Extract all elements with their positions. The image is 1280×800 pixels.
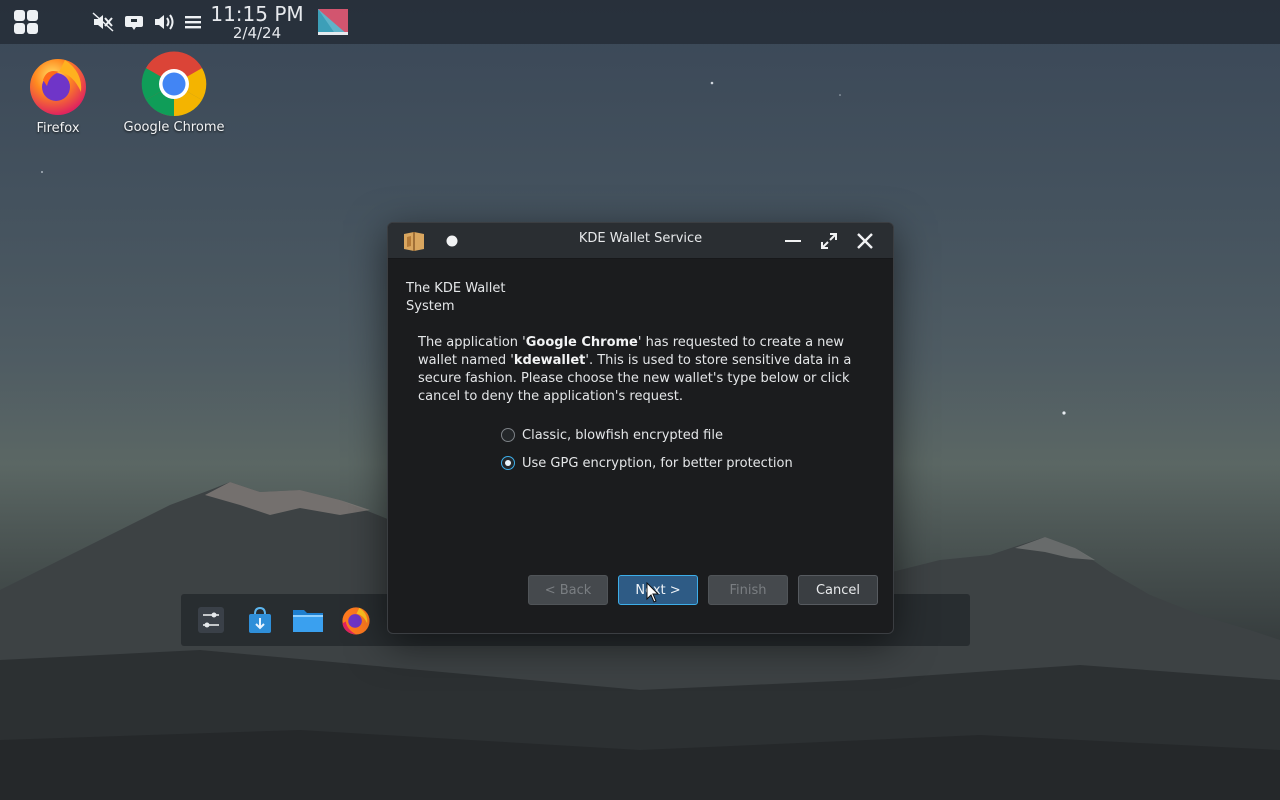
app-launcher-icon[interactable]: [8, 6, 44, 38]
desc-app-name: Google Chrome: [525, 335, 638, 350]
back-button[interactable]: < Back: [528, 575, 608, 605]
top-panel: 11:15 PM 2/4/24: [0, 0, 1280, 44]
kde-wallet-dialog: KDE Wallet Service The KDE Wallet System…: [387, 222, 894, 634]
radio-button-checked[interactable]: [501, 456, 515, 470]
radio-button[interactable]: [501, 428, 515, 442]
minimize-icon[interactable]: [782, 230, 804, 252]
menu-icon[interactable]: [182, 6, 204, 38]
clock[interactable]: 11:15 PM 2/4/24: [208, 2, 306, 41]
maximize-icon[interactable]: [818, 230, 840, 252]
tray-icon[interactable]: [122, 6, 146, 38]
desktop-icon-label: Firefox: [36, 121, 80, 136]
clock-time: 11:15 PM: [210, 2, 304, 26]
dialog-titlebar[interactable]: KDE Wallet Service: [388, 223, 893, 259]
muted-speaker-icon[interactable]: [90, 6, 116, 38]
header-line-2: System: [406, 299, 455, 314]
option-label: Classic, blowfish encrypted file: [522, 427, 723, 443]
close-icon[interactable]: [854, 230, 876, 252]
discover-store-icon[interactable]: [242, 602, 278, 638]
option-label: Use GPG encryption, for better protectio…: [522, 455, 793, 471]
chrome-icon: [141, 51, 207, 117]
volume-icon[interactable]: [151, 6, 177, 38]
desktop-icon-firefox[interactable]: Firefox: [3, 52, 113, 136]
clock-date: 2/4/24: [232, 24, 282, 42]
dialog-description: The application 'Google Chrome' has requ…: [418, 334, 858, 406]
dialog-header: The KDE Wallet System: [406, 280, 526, 316]
desc-wallet-name: kdewallet: [513, 353, 586, 368]
firefox-icon[interactable]: [338, 602, 374, 638]
header-line-1: The KDE Wallet: [406, 281, 506, 296]
desktop-icon-label: Google Chrome: [123, 120, 225, 135]
option-gpg-encryption[interactable]: Use GPG encryption, for better protectio…: [501, 454, 793, 472]
firefox-icon: [25, 52, 91, 118]
mouse-cursor-icon: [646, 581, 660, 608]
option-classic-blowfish[interactable]: Classic, blowfish encrypted file: [501, 426, 723, 444]
settings-icon[interactable]: [193, 602, 229, 638]
desktop-switcher-icon[interactable]: [314, 6, 352, 38]
cancel-button[interactable]: Cancel: [798, 575, 878, 605]
desc-part-1: The application ': [418, 335, 526, 350]
file-manager-icon[interactable]: [290, 602, 326, 638]
finish-button[interactable]: Finish: [708, 575, 788, 605]
desktop-icon-google-chrome[interactable]: Google Chrome: [119, 51, 229, 135]
